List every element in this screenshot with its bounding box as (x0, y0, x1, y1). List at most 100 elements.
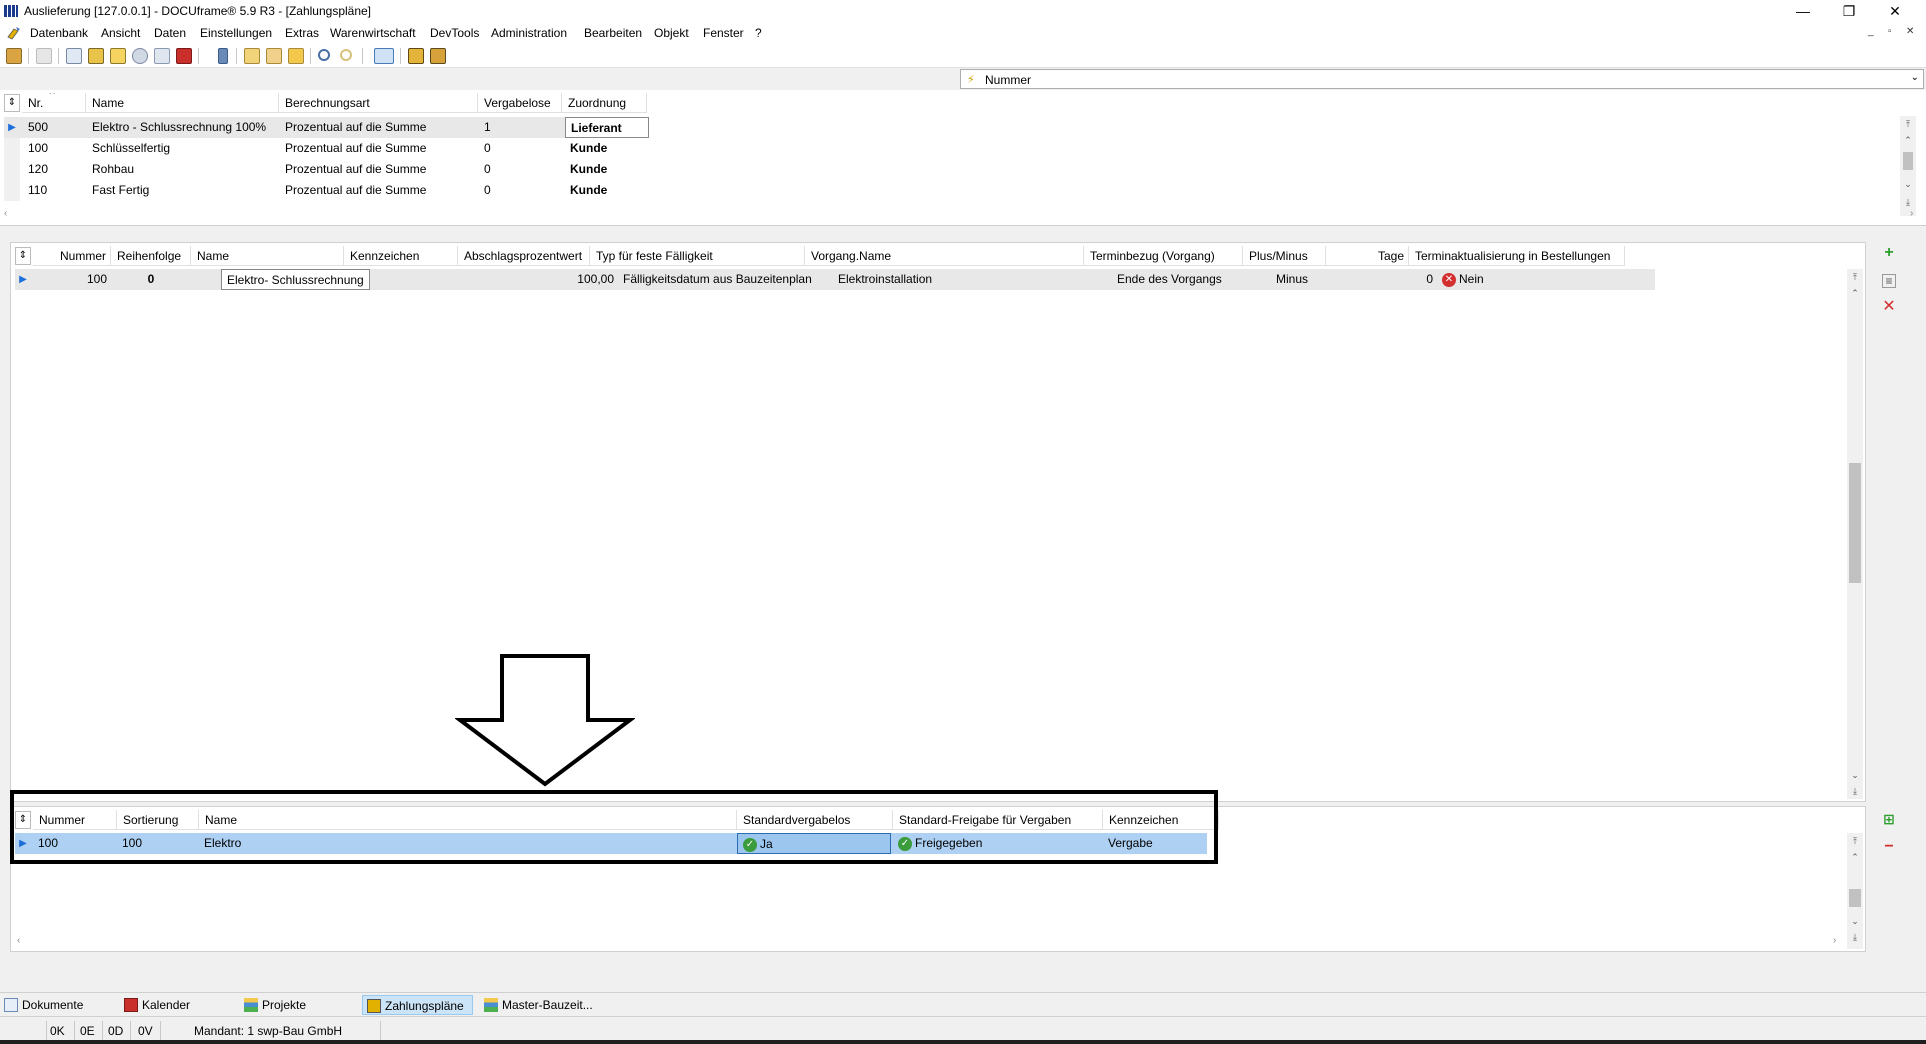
col-header-abschlagsprozentwert[interactable]: Abschlagsprozentwert (458, 246, 590, 266)
scroll-top-icon[interactable]: ⤒ (1902, 118, 1914, 130)
add-icon[interactable]: + (1880, 244, 1898, 262)
scroll-left-icon[interactable]: ‹ (17, 935, 20, 946)
tab-dokumente[interactable]: Dokumente (0, 995, 91, 1015)
col-header-terminbezug[interactable]: Terminbezug (Vorgang) (1084, 246, 1243, 266)
note-icon[interactable] (110, 48, 126, 64)
tab-label: Zahlungspläne (385, 999, 464, 1013)
scroll-right-icon[interactable]: › (1910, 208, 1920, 219)
row-selector[interactable] (4, 159, 20, 180)
document-menu-icon[interactable] (6, 25, 22, 41)
list-icon[interactable] (88, 48, 104, 64)
scroll-bottom-icon[interactable]: ⤓ (1849, 931, 1861, 943)
scroll-down-icon[interactable]: ⌄ (1902, 178, 1914, 190)
chevron-down-icon[interactable]: ⌄ (1911, 72, 1919, 83)
menu-einstellungen[interactable]: Einstellungen (200, 26, 272, 40)
export-tools-icon[interactable] (430, 48, 446, 64)
lots-vertical-scrollbar[interactable]: ⤒ ⌃ ⌄ ⤓ (1847, 833, 1863, 949)
col-header-plus-minus[interactable]: Plus/Minus (1243, 246, 1326, 266)
steps-vertical-scrollbar[interactable]: ⤒ ⌃ ⌄ ⤓ (1847, 269, 1863, 799)
print-icon[interactable] (36, 48, 52, 64)
scroll-up-icon[interactable]: ⌃ (1849, 287, 1861, 299)
remove-icon[interactable]: − (1880, 838, 1898, 856)
col-header-vergabelose[interactable]: Vergabelose (478, 93, 562, 113)
card-icon[interactable] (66, 48, 82, 64)
table-row[interactable]: 120 Rohbau Prozentual auf die Summe 0 Ku… (4, 159, 647, 180)
col-header-berechnungsart[interactable]: Berechnungsart (279, 93, 478, 113)
plans-vertical-scrollbar[interactable]: ⤒ ⌃ ⌄ ⤓ (1900, 116, 1916, 216)
folder-new-icon[interactable] (244, 48, 260, 64)
col-header-typ-faelligkeit[interactable]: Typ für feste Fälligkeit (590, 246, 805, 266)
calendar-icon[interactable] (176, 48, 192, 64)
add-lot-icon[interactable]: ⊞ (1880, 810, 1898, 828)
col-header-name[interactable]: Name (86, 93, 279, 113)
menu-warenwirtschaft[interactable]: Warenwirtschaft (330, 26, 416, 40)
col-header-terminaktualisierung[interactable]: Terminaktualisierung in Bestellungen (1409, 246, 1625, 266)
col-header-vorgang-name[interactable]: Vorgang.Name (805, 246, 1084, 266)
menu-extras[interactable]: Extras (285, 26, 319, 40)
row-selector[interactable] (4, 138, 20, 159)
scroll-up-icon[interactable]: ⌃ (1902, 134, 1914, 146)
tab-master-bauzeit[interactable]: Master-Bauzeit... (480, 995, 601, 1015)
restore-button[interactable]: ❐ (1826, 0, 1872, 22)
col-header-nr[interactable]: Nr. ^ (22, 93, 86, 113)
search-icon[interactable] (318, 49, 330, 61)
delete-icon[interactable]: ✕ (1880, 298, 1898, 316)
tab-zahlungsplaene[interactable]: Zahlungspläne (362, 995, 473, 1015)
col-header-name[interactable]: Name (191, 246, 344, 266)
scroll-top-icon[interactable]: ⤒ (1849, 271, 1861, 283)
scroll-down-icon[interactable]: ⌄ (1849, 915, 1861, 927)
menu-devtools[interactable]: DevTools (430, 26, 479, 40)
col-header-reihenfolge[interactable]: Reihenfolge (111, 246, 191, 266)
row-selector[interactable] (4, 180, 20, 201)
phone-icon[interactable] (218, 48, 228, 64)
mdi-close-button[interactable]: ✕ (1906, 26, 1914, 37)
col-header-zuordnung[interactable]: Zuordnung (562, 93, 647, 113)
col-header-kennzeichen[interactable]: Kennzeichen (344, 246, 458, 266)
search-next-icon[interactable] (340, 49, 352, 61)
scroll-bottom-icon[interactable]: ⤓ (1902, 196, 1914, 208)
details-icon[interactable]: ≡ (1882, 274, 1896, 288)
folder-export-icon[interactable] (288, 48, 304, 64)
col-header-tage[interactable]: Tage (1326, 246, 1409, 266)
scroll-top-icon[interactable]: ⤒ (1849, 835, 1861, 847)
menu-bearbeiten[interactable]: Bearbeiten (584, 26, 642, 40)
col-header-nummer[interactable]: Nummer (33, 246, 111, 266)
table-row[interactable]: ▶ 500 Elektro - Schlussrechnung 100% Pro… (4, 117, 649, 138)
minimize-button[interactable]: — (1780, 0, 1826, 22)
table-row[interactable]: 110 Fast Fertig Prozentual auf die Summe… (4, 180, 647, 201)
link-icon[interactable] (132, 48, 148, 64)
scroll-thumb[interactable] (1849, 463, 1861, 583)
menu-administration[interactable]: Administration (491, 26, 567, 40)
menu-fenster[interactable]: Fenster (703, 26, 744, 40)
mdi-minimize-button[interactable]: _ (1868, 26, 1874, 37)
tab-kalender[interactable]: Kalender (120, 995, 198, 1015)
grid-options-icon[interactable]: ⇕ (15, 247, 31, 265)
grid-options-icon[interactable]: ⇕ (4, 94, 20, 112)
scroll-thumb[interactable] (1849, 889, 1861, 907)
tools-icon[interactable] (408, 48, 424, 64)
scroll-up-icon[interactable]: ⌃ (1849, 851, 1861, 863)
view-toggle-icon[interactable] (374, 48, 394, 64)
scroll-bottom-icon[interactable]: ⤓ (1849, 785, 1861, 797)
scroll-down-icon[interactable]: ⌄ (1849, 769, 1861, 781)
mail-icon[interactable] (266, 48, 282, 64)
cell-zuordnung[interactable]: Lieferant (565, 117, 649, 138)
table-row[interactable]: ▶ 100 0 Elektro- Schlussrechnung 100,00 … (15, 269, 1655, 290)
scroll-left-icon[interactable]: ‹ (4, 208, 14, 219)
sort-field-combo[interactable]: ⚡ Nummer ⌄ (960, 69, 1924, 89)
cell-name[interactable]: Elektro- Schlussrechnung (221, 269, 370, 290)
menu-ansicht[interactable]: Ansicht (101, 26, 140, 40)
close-button[interactable]: ✕ (1872, 0, 1918, 22)
cell-nr: 120 (28, 162, 49, 176)
copy-icon[interactable] (154, 48, 170, 64)
menu-datenbank[interactable]: Datenbank (30, 26, 88, 40)
tab-projekte[interactable]: Projekte (240, 995, 314, 1015)
table-row[interactable]: 100 Schlüsselfertig Prozentual auf die S… (4, 138, 647, 159)
menu-daten[interactable]: Daten (154, 26, 186, 40)
scroll-right-icon[interactable]: › (1833, 935, 1836, 946)
scroll-thumb[interactable] (1903, 152, 1913, 170)
menu-objekt[interactable]: Objekt (654, 26, 689, 40)
menu-help[interactable]: ? (755, 26, 762, 40)
open-icon[interactable] (6, 48, 22, 64)
mdi-restore-button[interactable]: ▫ (1888, 26, 1892, 37)
